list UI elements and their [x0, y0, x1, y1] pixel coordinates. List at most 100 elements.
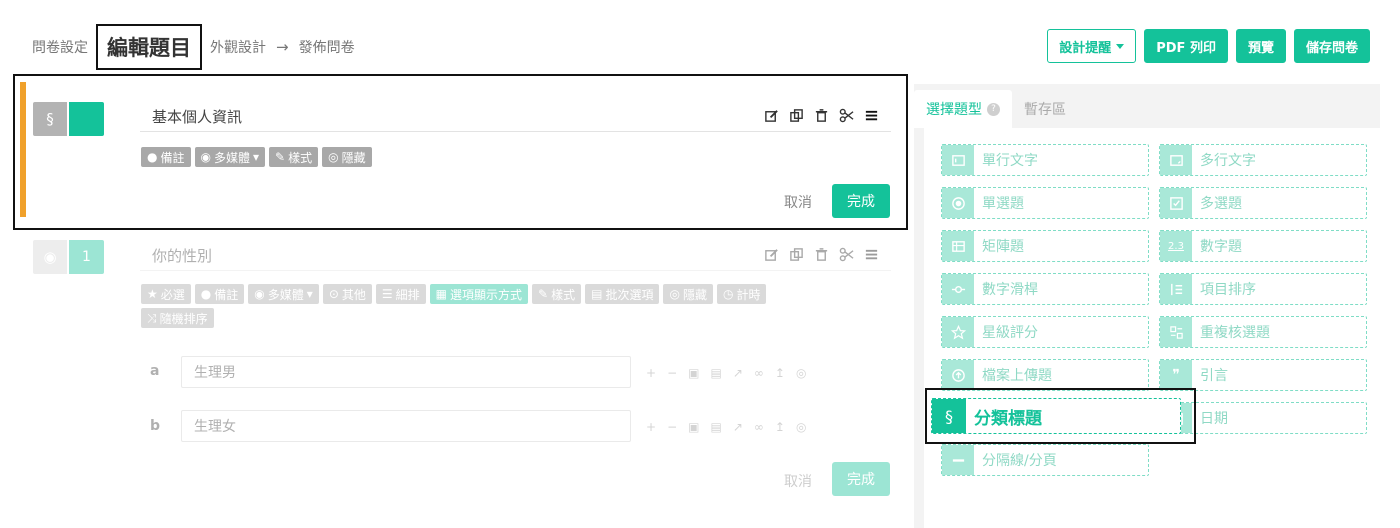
tag-batch-options[interactable]: ▤ 批次選項 — [585, 284, 660, 304]
star-icon — [942, 317, 974, 347]
scissors-icon[interactable] — [839, 247, 854, 262]
drag-handle-icon[interactable] — [864, 108, 879, 123]
type-matrix[interactable]: 矩陣題 — [941, 230, 1149, 262]
top-toolbar: 設計提醒 PDF 列印 預覽 儲存問卷 — [1047, 29, 1370, 63]
tag-media[interactable]: ◉ 多媒體 ▾ — [194, 147, 266, 167]
multi-line-icon — [1160, 145, 1192, 175]
type-label: 矩陣題 — [982, 239, 1024, 255]
tab-temp-storage[interactable]: 暫存區 — [1012, 90, 1078, 128]
tag-hide[interactable]: ◎ 隱藏 — [663, 284, 713, 304]
tab-question-types[interactable]: 選擇題型 ? — [914, 90, 1012, 128]
tag-required[interactable]: ★ 必選 — [141, 284, 191, 304]
edit-icon[interactable] — [764, 247, 779, 262]
question2-cancel-button[interactable]: 取消 — [784, 471, 812, 491]
type-single-line-text[interactable]: 單行文字 — [941, 144, 1149, 176]
type-number[interactable]: 2.3 數字題 — [1159, 230, 1367, 262]
breadcrumb-edit-questions[interactable]: 編輯題目 — [96, 24, 202, 70]
plus-icon[interactable]: + — [646, 366, 656, 380]
edit-icon[interactable] — [764, 108, 779, 123]
breadcrumb-survey-settings[interactable]: 問卷設定 — [32, 37, 88, 57]
minus-icon[interactable]: − — [667, 420, 677, 434]
link-icon[interactable]: ∞ — [754, 420, 764, 434]
question2-done-button[interactable]: 完成 — [832, 462, 890, 496]
type-section-title[interactable]: § 分類標題 — [931, 398, 1181, 434]
arrow-right-icon: → — [276, 38, 289, 56]
camera-icon: ◉ — [254, 287, 265, 301]
type-label: 引言 — [1200, 368, 1228, 384]
trash-icon[interactable] — [814, 108, 829, 123]
tag-other-label: 其他 — [341, 287, 366, 302]
tag-style[interactable]: ✎ 樣式 — [269, 147, 319, 167]
eye-slash-icon[interactable]: ◎ — [796, 420, 806, 434]
option-input-b[interactable]: 生理女 — [181, 410, 631, 442]
sort-icon — [1160, 274, 1192, 304]
external-link-icon[interactable]: ↗ — [733, 420, 743, 434]
panel-tabs: 選擇題型 ? 暫存區 — [914, 90, 1078, 128]
eye-slash-icon[interactable]: ◎ — [796, 366, 806, 380]
type-quote[interactable]: ❞ 引言 — [1159, 359, 1367, 391]
question2-title-field[interactable]: 你的性別 — [140, 245, 891, 271]
help-icon[interactable]: ? — [987, 102, 1000, 116]
type-star-rating[interactable]: 星級評分 — [941, 316, 1149, 348]
document-icon: ▤ — [591, 287, 603, 301]
tag-icon: ● — [200, 287, 212, 301]
pdf-print-button[interactable]: PDF 列印 — [1144, 29, 1228, 63]
question-number-badge — [69, 102, 104, 136]
breadcrumb-publish[interactable]: 發佈問卷 — [299, 37, 355, 57]
tag-style-label: 樣式 — [288, 150, 313, 165]
section-icon: § — [932, 399, 966, 433]
tag-option-display[interactable]: ▦ 選項顯示方式 — [429, 284, 529, 304]
image-icon[interactable]: ▣ — [688, 366, 699, 380]
tag-media-label: 多媒體 — [267, 287, 304, 302]
design-tip-button[interactable]: 設計提醒 — [1047, 29, 1137, 63]
type-multiple-choice[interactable]: 多選題 — [1159, 187, 1367, 219]
tag-random-order[interactable]: ⤨ 隨機排序 — [141, 308, 214, 328]
tag-timer[interactable]: ◷ 計時 — [716, 284, 767, 304]
tag-note[interactable]: ● 備註 — [194, 284, 245, 304]
tag-media[interactable]: ◉ 多媒體 ▾ — [248, 284, 319, 304]
option-input-a[interactable]: 生理男 — [181, 356, 631, 388]
eye-slash-icon: ◎ — [669, 287, 680, 301]
drag-handle-icon[interactable] — [864, 247, 879, 262]
type-repeat-check[interactable]: 重複核選題 — [1159, 316, 1367, 348]
question1-cancel-button[interactable]: 取消 — [784, 192, 812, 212]
list-icon: ☰ — [381, 287, 393, 301]
jump-icon[interactable]: ↥ — [775, 366, 785, 380]
question-title-field[interactable]: 基本個人資訊 — [140, 106, 891, 132]
number-glyph: 2.3 — [1168, 240, 1184, 252]
minus-icon[interactable]: − — [667, 366, 677, 380]
copy-icon[interactable] — [789, 108, 804, 123]
plus-icon[interactable]: + — [646, 420, 656, 434]
jump-icon[interactable]: ↥ — [775, 420, 785, 434]
external-link-icon[interactable]: ↗ — [733, 366, 743, 380]
tag-other[interactable]: ⊙ 其他 — [322, 284, 372, 304]
option-a-tools: + − ▣ ▤ ↗ ∞ ↥ ◎ — [646, 366, 806, 380]
tag-timer-label: 計時 — [736, 287, 761, 302]
breadcrumb-appearance[interactable]: 外觀設計 — [210, 37, 266, 57]
trash-icon[interactable] — [814, 247, 829, 262]
question1-done-button[interactable]: 完成 — [832, 184, 890, 218]
divider-icon — [942, 445, 974, 475]
type-multi-line-text[interactable]: 多行文字 — [1159, 144, 1367, 176]
type-item-sort[interactable]: 項目排序 — [1159, 273, 1367, 305]
tag-hide[interactable]: ◎ 隱藏 — [322, 147, 372, 167]
save-survey-button[interactable]: 儲存問卷 — [1293, 29, 1370, 63]
file-icon[interactable]: ▤ — [710, 420, 721, 434]
scissors-icon[interactable] — [839, 108, 854, 123]
file-icon[interactable]: ▤ — [710, 366, 721, 380]
type-single-choice[interactable]: 單選題 — [941, 187, 1149, 219]
tag-media-label: 多媒體 — [213, 150, 250, 165]
copy-icon[interactable] — [789, 247, 804, 262]
type-divider-page[interactable]: 分隔線/分頁 — [941, 444, 1149, 476]
link-icon[interactable]: ∞ — [754, 366, 764, 380]
type-number-slider[interactable]: 數字滑桿 — [941, 273, 1149, 305]
image-icon[interactable]: ▣ — [688, 420, 699, 434]
design-tip-label: 設計提醒 — [1059, 40, 1112, 56]
question-tools — [764, 108, 879, 123]
tag-style[interactable]: ✎ 樣式 — [532, 284, 582, 304]
type-file-upload[interactable]: 檔案上傳題 — [941, 359, 1149, 391]
tag-layout[interactable]: ☰ 細排 — [375, 284, 426, 304]
preview-button[interactable]: 預覽 — [1235, 29, 1286, 63]
tag-layout-label: 細排 — [395, 287, 420, 302]
tag-note[interactable]: ● 備註 — [141, 147, 191, 167]
